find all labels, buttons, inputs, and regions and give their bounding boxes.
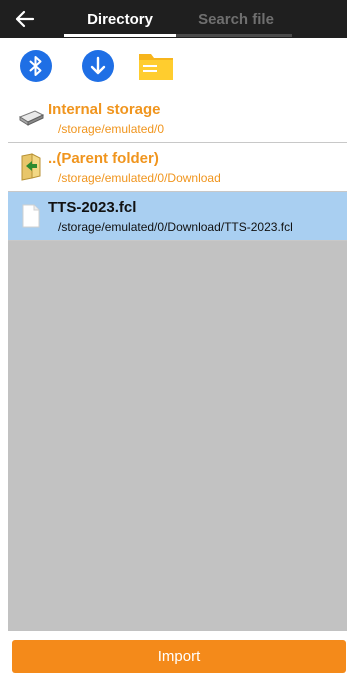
import-button[interactable]: Import [12, 640, 346, 673]
tab-search-file[interactable]: Search file [180, 0, 292, 38]
item-name: ..(Parent folder) [48, 150, 159, 167]
tab-indicator [64, 34, 292, 37]
list-item-file-selected[interactable]: TTS-2023.fcl /storage/emulated/0/Downloa… [8, 192, 347, 241]
file-icon [16, 200, 46, 232]
import-button-label: Import [157, 648, 201, 665]
file-browser-screen: Directory Search file Internal storage /… [0, 0, 347, 675]
bluetooth-button[interactable] [16, 46, 56, 86]
list-item-parent-folder[interactable]: ..(Parent folder) /storage/emulated/0/Do… [8, 143, 347, 192]
folder-button[interactable] [136, 46, 176, 86]
drive-icon [16, 102, 46, 134]
item-path: /storage/emulated/0 [58, 122, 165, 136]
item-name: Internal storage [48, 101, 161, 118]
item-path: /storage/emulated/0/Download/TTS-2023.fc… [58, 220, 293, 234]
toolbar [0, 38, 347, 94]
top-tab-bar: Directory Search file [0, 0, 347, 38]
item-path: /storage/emulated/0/Download [58, 171, 221, 185]
tab-search-file-label: Search file [198, 10, 274, 28]
download-icon [82, 50, 114, 82]
arrow-left-icon [15, 10, 35, 28]
tab-directory-label: Directory [87, 10, 153, 28]
tab-indicator-inactive [176, 34, 292, 37]
bluetooth-icon [20, 50, 52, 82]
item-name: TTS-2023.fcl [48, 199, 137, 216]
list-item-internal-storage[interactable]: Internal storage /storage/emulated/0 [8, 94, 347, 143]
tab-indicator-active [64, 34, 176, 37]
back-button[interactable] [0, 0, 50, 38]
tab-directory[interactable]: Directory [64, 0, 176, 38]
parent-folder-icon [16, 151, 46, 183]
download-button[interactable] [78, 46, 118, 86]
file-list: Internal storage /storage/emulated/0 ..(… [8, 94, 347, 631]
folder-icon [139, 54, 173, 80]
